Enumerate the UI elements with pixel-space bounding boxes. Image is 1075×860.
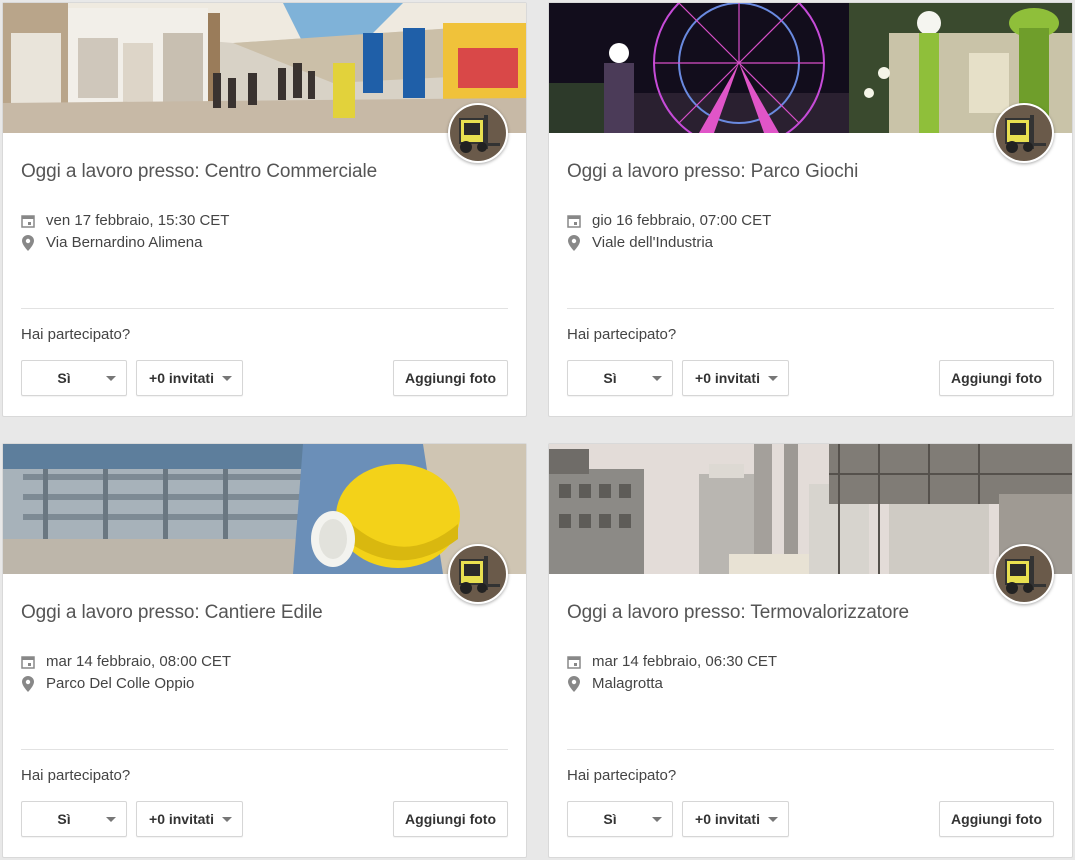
attendance-question: Hai partecipato? [21,326,131,343]
guests-value: +0 invitati [149,370,214,386]
caret-down-icon [222,376,232,381]
caret-down-icon [652,817,662,822]
caret-down-icon [106,376,116,381]
event-date-text: mar 14 febbraio, 08:00 CET [46,653,232,670]
event-title[interactable]: Oggi a lavoro presso: Termovalorizzatore [567,602,909,624]
event-card[interactable]: Oggi a lavoro presso: Termovalorizzatore… [548,443,1073,858]
forklift-avatar [994,103,1054,163]
rsvp-dropdown[interactable]: Sì [21,801,127,837]
caret-down-icon [222,817,232,822]
event-date-text: gio 16 febbraio, 07:00 CET [592,212,772,229]
event-place-text[interactable]: Via Bernardino Alimena [46,234,203,251]
calendar-icon [21,213,35,229]
attendance-question: Hai partecipato? [567,326,677,343]
location-pin-icon [21,234,35,251]
add-photo-button[interactable]: Aggiungi foto [393,360,508,396]
event-card[interactable]: Oggi a lavoro presso: Parco Giochi gio 1… [548,2,1073,417]
guests-dropdown[interactable]: +0 invitati [136,801,243,837]
event-place-text[interactable]: Parco Del Colle Oppio [46,675,194,692]
add-photo-label: Aggiungi foto [405,370,496,386]
card-divider [21,749,508,750]
guests-dropdown[interactable]: +0 invitati [682,801,789,837]
event-banner-image [3,3,526,133]
forklift-avatar [448,544,508,604]
event-banner-image [549,3,1072,133]
add-photo-button[interactable]: Aggiungi foto [939,801,1054,837]
attendance-question: Hai partecipato? [567,767,677,784]
calendar-icon [567,213,581,229]
add-photo-label: Aggiungi foto [951,370,1042,386]
caret-down-icon [768,376,778,381]
caret-down-icon [652,376,662,381]
event-place-text[interactable]: Malagrotta [592,675,663,692]
event-date-text: mar 14 febbraio, 06:30 CET [592,653,778,670]
event-date: mar 14 febbraio, 08:00 CET [21,653,231,670]
rsvp-value: Sì [57,370,71,386]
add-photo-label: Aggiungi foto [951,811,1042,827]
event-grid: Oggi a lavoro presso: Centro Commerciale… [2,2,1073,858]
event-banner-image [3,444,526,574]
caret-down-icon [106,817,116,822]
calendar-icon [567,654,581,670]
event-place: Via Bernardino Alimena [21,234,203,251]
forklift-avatar [448,103,508,163]
add-photo-button[interactable]: Aggiungi foto [393,801,508,837]
event-date: mar 14 febbraio, 06:30 CET [567,653,777,670]
guests-value: +0 invitati [695,811,760,827]
card-divider [567,308,1054,309]
event-title[interactable]: Oggi a lavoro presso: Parco Giochi [567,161,858,183]
location-pin-icon [567,675,581,692]
card-divider [21,308,508,309]
rsvp-dropdown[interactable]: Sì [21,360,127,396]
guests-dropdown[interactable]: +0 invitati [136,360,243,396]
rsvp-value: Sì [603,811,617,827]
event-date: ven 17 febbraio, 15:30 CET [21,212,229,229]
rsvp-value: Sì [57,811,71,827]
guests-dropdown[interactable]: +0 invitati [682,360,789,396]
event-place-text[interactable]: Viale dell'Industria [592,234,713,251]
location-pin-icon [21,675,35,692]
calendar-icon [21,654,35,670]
event-card[interactable]: Oggi a lavoro presso: Centro Commerciale… [2,2,527,417]
guests-value: +0 invitati [695,370,760,386]
caret-down-icon [768,817,778,822]
event-card[interactable]: Oggi a lavoro presso: Cantiere Edile mar… [2,443,527,858]
location-pin-icon [567,234,581,251]
rsvp-dropdown[interactable]: Sì [567,360,673,396]
guests-value: +0 invitati [149,811,214,827]
event-place: Viale dell'Industria [567,234,713,251]
attendance-question: Hai partecipato? [21,767,131,784]
add-photo-button[interactable]: Aggiungi foto [939,360,1054,396]
event-title[interactable]: Oggi a lavoro presso: Cantiere Edile [21,602,323,624]
forklift-avatar [994,544,1054,604]
event-place: Parco Del Colle Oppio [21,675,194,692]
event-date-text: ven 17 febbraio, 15:30 CET [46,212,230,229]
event-date: gio 16 febbraio, 07:00 CET [567,212,771,229]
card-divider [567,749,1054,750]
rsvp-value: Sì [603,370,617,386]
rsvp-dropdown[interactable]: Sì [567,801,673,837]
add-photo-label: Aggiungi foto [405,811,496,827]
event-place: Malagrotta [567,675,663,692]
event-banner-image [549,444,1072,574]
event-title[interactable]: Oggi a lavoro presso: Centro Commerciale [21,161,377,183]
